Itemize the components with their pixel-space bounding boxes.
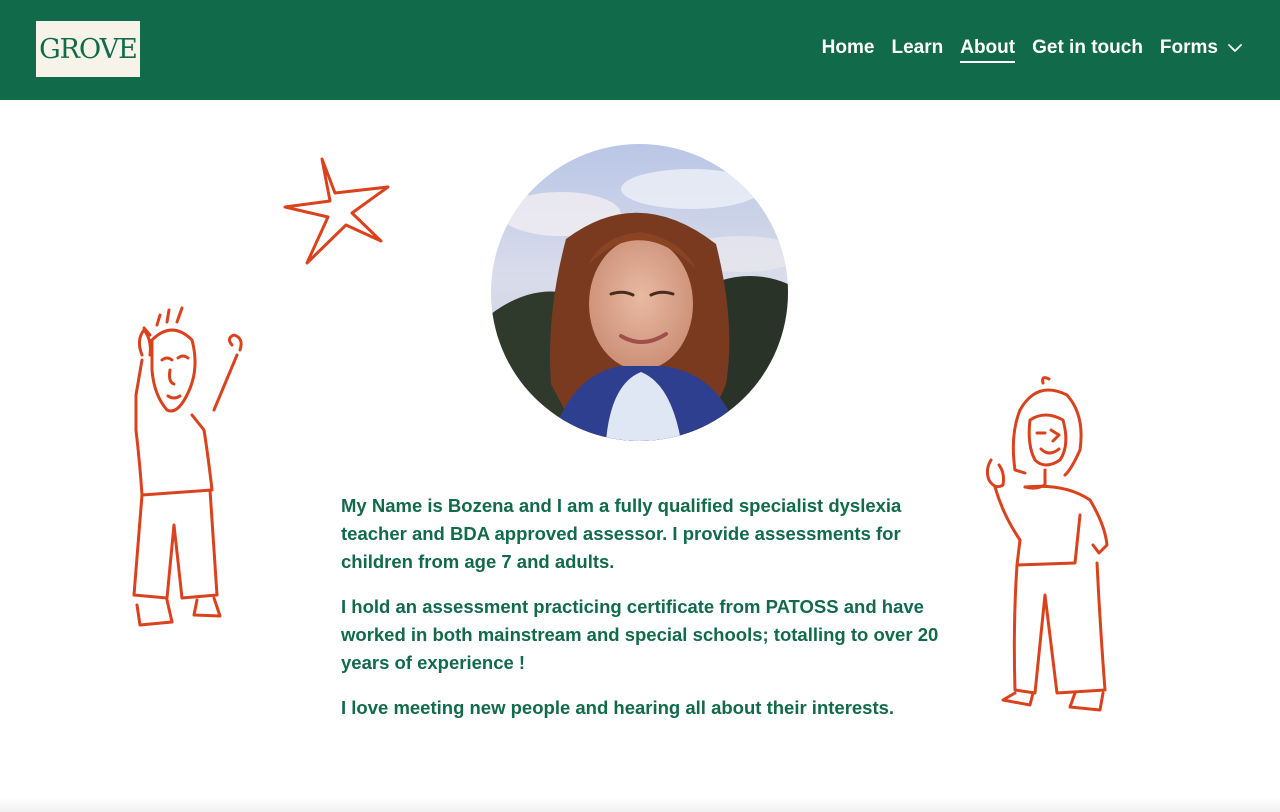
profile-photo-image <box>491 144 788 441</box>
nav-get-in-touch[interactable]: Get in touch <box>1032 37 1143 63</box>
main-nav: Home Learn About Get in touch Forms <box>822 0 1242 100</box>
nav-learn[interactable]: Learn <box>891 37 943 63</box>
page-bottom-edge <box>0 798 1280 812</box>
star-doodle <box>283 157 390 265</box>
nav-about[interactable]: About <box>960 37 1016 63</box>
nav-forms-label: Forms <box>1159 37 1218 58</box>
chevron-down-icon[interactable] <box>1228 41 1242 55</box>
boy-figure-doodle <box>132 306 243 627</box>
site-logo[interactable]: GROVE <box>36 21 140 77</box>
about-content: My Name is Bozena and I am a fully quali… <box>341 492 941 739</box>
about-paragraph-experience: I hold an assessment practicing certific… <box>341 596 939 673</box>
girl-figure-doodle <box>985 376 1109 712</box>
site-header: GROVE Home Learn About Get in touch Form… <box>0 0 1280 100</box>
nav-home[interactable]: Home <box>822 37 875 63</box>
about-paragraph-interests: I love meeting new people and hearing al… <box>341 697 895 718</box>
about-paragraph-intro: My Name is Bozena and I am a fully quali… <box>341 495 902 572</box>
profile-photo <box>491 144 788 441</box>
nav-forms[interactable]: Forms <box>1160 37 1242 63</box>
